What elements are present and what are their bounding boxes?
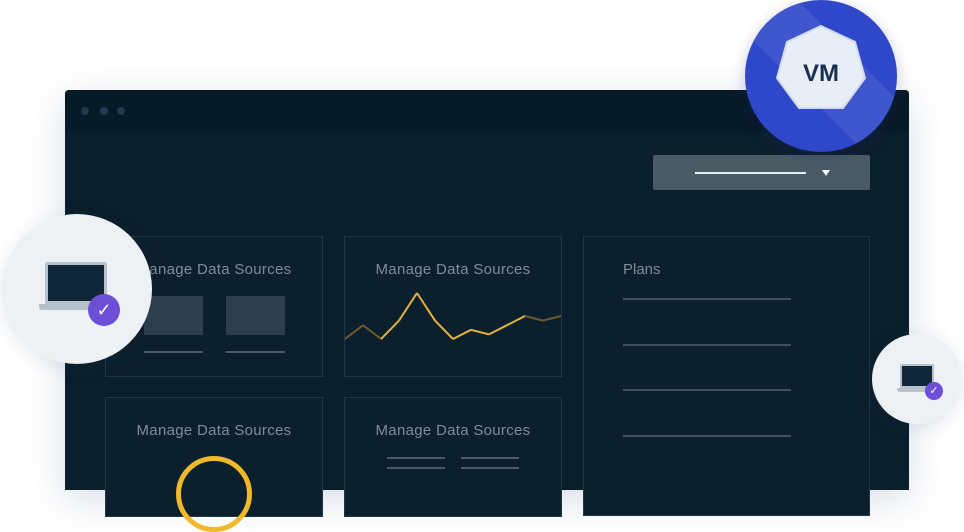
card-title: Manage Data Sources: [136, 422, 292, 439]
placeholder-line: [461, 457, 519, 459]
window-dot: [117, 107, 125, 115]
plan-item-line: [623, 298, 791, 300]
chart-line-segment: [524, 315, 544, 322]
plan-item-line: [623, 435, 791, 437]
chart-line-segment: [434, 319, 454, 340]
check-icon: ✓: [88, 294, 120, 326]
chart-line-segment: [470, 328, 490, 336]
plans-card[interactable]: Plans: [583, 236, 870, 516]
placeholder-line: [387, 457, 445, 459]
placeholder-block: [226, 296, 285, 335]
chart-line-segment: [488, 324, 508, 336]
vm-label: VM: [803, 60, 839, 87]
data-sources-card[interactable]: Manage Data Sources: [105, 397, 323, 532]
chart-line-segment: [345, 324, 364, 340]
data-sources-card[interactable]: Manage Data Sources: [344, 397, 562, 517]
chart-line-segment: [416, 292, 436, 322]
chart-line-segment: [380, 319, 400, 340]
chart-line-segment: [542, 315, 561, 322]
chevron-down-icon: [822, 170, 830, 176]
device-verified-badge: ✓: [2, 214, 152, 364]
chart-line-segment: [506, 315, 526, 327]
dropdown-value-placeholder: [695, 172, 806, 174]
filter-dropdown[interactable]: [653, 155, 870, 190]
window-dot: [81, 107, 89, 115]
chart-line-segment: [362, 324, 382, 340]
plans-title: Plans: [623, 261, 661, 278]
window-dot: [100, 107, 108, 115]
line-chart: [345, 292, 561, 340]
gauge-ring: [176, 456, 252, 532]
placeholder-line: [226, 351, 285, 353]
plan-item-line: [623, 344, 791, 346]
plan-item-line: [623, 389, 791, 391]
chart-line-segment: [452, 328, 472, 340]
check-icon: ✓: [925, 382, 943, 400]
card-title: Manage Data Sources: [375, 422, 531, 439]
vm-badge: VM: [745, 0, 897, 152]
placeholder-line: [144, 351, 203, 353]
chart-line-segment: [398, 292, 418, 322]
device-verified-badge-small: ✓: [872, 334, 962, 424]
data-sources-chart-card[interactable]: Manage Data Sources: [344, 236, 562, 377]
placeholder-block: [144, 296, 203, 335]
